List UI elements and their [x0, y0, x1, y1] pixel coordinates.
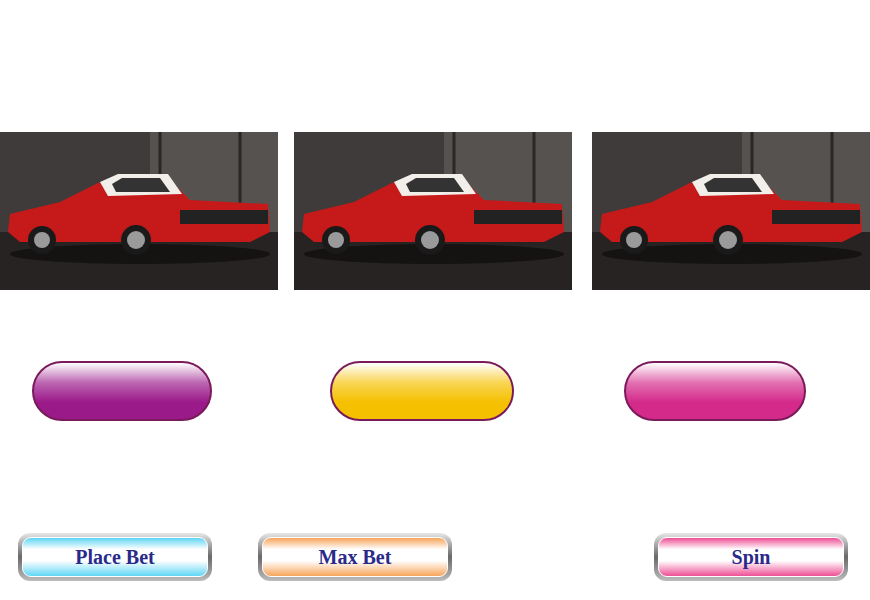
indicator-light	[330, 361, 514, 421]
reel	[592, 132, 870, 290]
reel	[0, 132, 278, 290]
indicator-light	[32, 361, 212, 421]
car-picture	[0, 132, 278, 290]
indicator-light	[624, 361, 806, 421]
car-picture	[592, 132, 870, 290]
game-button[interactable]: Place Bet	[18, 533, 212, 581]
car-picture	[294, 132, 572, 290]
game-button[interactable]: Max Bet	[258, 533, 452, 581]
game-button[interactable]: Spin	[654, 533, 848, 581]
slot-machine: Place Bet Max Bet Spin	[0, 0, 870, 600]
reel	[294, 132, 572, 290]
reels-row	[0, 132, 870, 290]
buttons-row: Place Bet Max Bet Spin	[0, 533, 870, 581]
lights-row	[0, 360, 870, 422]
